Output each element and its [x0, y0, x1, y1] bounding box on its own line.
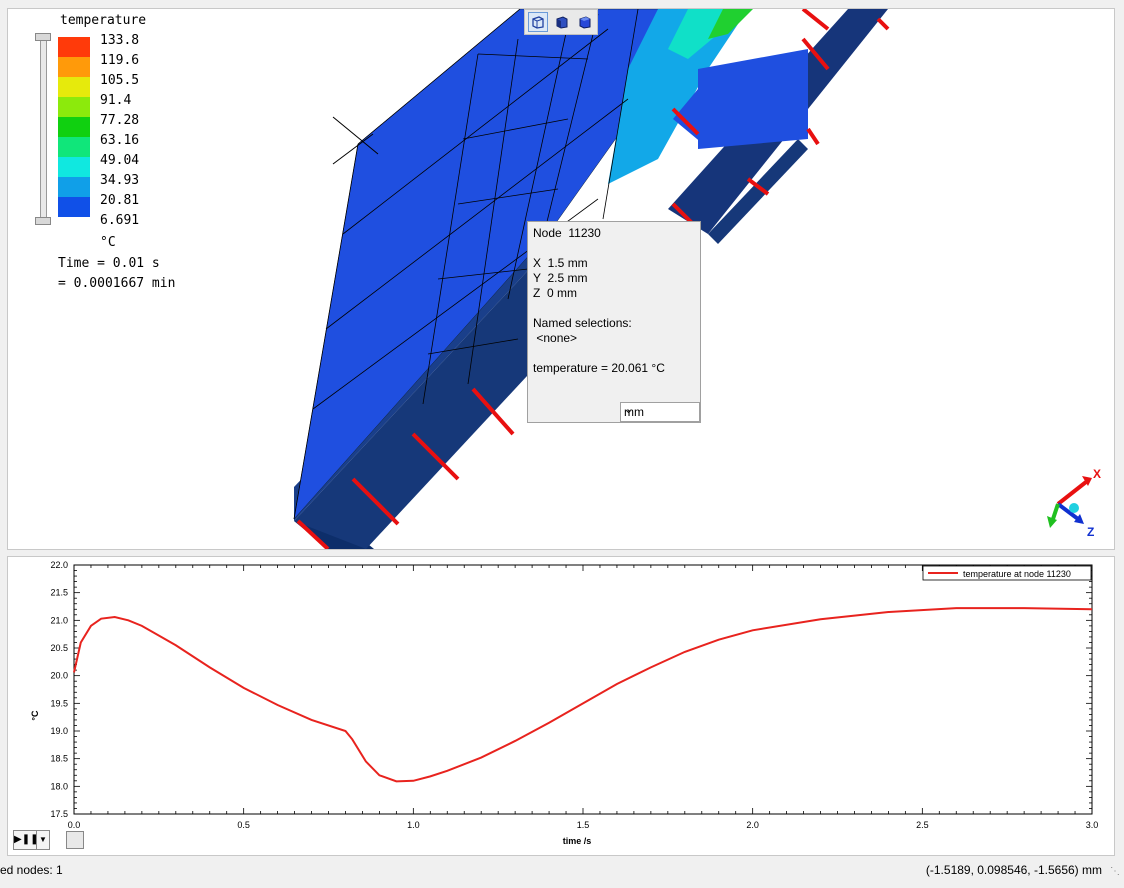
chevron-down-icon: ⌄	[624, 404, 634, 416]
x-tick-label: 1.5	[577, 820, 590, 830]
legend-value: 34.93	[100, 173, 140, 188]
legend-value: 49.04	[100, 153, 140, 168]
legend-value: 20.81	[100, 193, 140, 208]
x-tick-label: 2.5	[916, 820, 929, 830]
selected-nodes-status: ed nodes: 1	[0, 863, 63, 877]
time-seconds: Time = 0.01 s	[58, 256, 160, 271]
y-tick-label: 18.5	[50, 754, 68, 764]
x-tick-label: 3.0	[1086, 820, 1099, 830]
unit-select[interactable]: mm ⌄	[620, 402, 700, 422]
y-axis-label: °C	[30, 710, 40, 721]
time-minutes: = 0.0001667 min	[58, 276, 176, 291]
x-axis-label: time /s	[563, 836, 592, 846]
y-tick-label: 21.0	[50, 615, 68, 625]
x-axis-label: X	[1093, 467, 1101, 481]
chart-legend-label: temperature at node 11230	[963, 569, 1071, 579]
play-pause-button[interactable]: ▶❚❚	[13, 830, 38, 850]
named-selections-value: <none>	[533, 331, 578, 345]
iso-view-icon[interactable]	[527, 12, 548, 32]
x-tick-label: 1.0	[407, 820, 420, 830]
probe-info-popup: Node 11230 X 1.5 mm Y 2.5 mm Z 0 mm Name…	[527, 221, 701, 423]
legend-swatch	[58, 37, 90, 57]
legend-value: 6.691	[100, 213, 140, 228]
probe-z: Z 0 mm	[533, 286, 577, 300]
legend-unit: °C	[100, 235, 116, 250]
recess-face	[698, 49, 808, 149]
y-tick-label: 22.0	[50, 560, 68, 570]
axis-triad: X Z	[1038, 464, 1108, 544]
probe-y: Y 2.5 mm	[533, 271, 588, 285]
y-tick-label: 21.5	[50, 588, 68, 598]
legend-value: 63.16	[100, 133, 140, 148]
legend-swatch	[58, 77, 90, 97]
y-tick-label: 19.0	[50, 726, 68, 736]
x-tick-label: 0.5	[237, 820, 250, 830]
legend-swatch	[58, 157, 90, 177]
x-tick-label: 2.0	[746, 820, 759, 830]
status-bar: ed nodes: 1 (-1.5189, 0.098546, -1.5656)…	[0, 860, 1124, 882]
legend-value: 77.28	[100, 113, 140, 128]
chevron-down-icon[interactable]: ▼	[36, 830, 50, 850]
y-tick-label: 19.5	[50, 698, 68, 708]
slider-handle-bottom[interactable]	[35, 217, 51, 225]
slider-handle-top[interactable]	[35, 33, 51, 41]
legend-swatch	[58, 197, 90, 217]
y-tick-label: 20.0	[50, 671, 68, 681]
legend-value: 105.5	[100, 73, 140, 88]
plot-option-button[interactable]	[66, 831, 84, 849]
legend-value: 91.4	[100, 93, 132, 108]
legend-values: 133.8 119.6 105.5 91.4 77.28 63.16 49.04 34.93 2…	[100, 31, 139, 231]
legend-title: temperature	[60, 13, 147, 28]
x-axis-arrow	[1056, 480, 1088, 506]
view-toolbar	[524, 9, 598, 35]
resize-grip-icon[interactable]: ⋱	[1110, 866, 1120, 877]
legend-value: 119.6	[100, 53, 140, 68]
temperature-plot-panel: 0.0 0.5 1.0 1.5 2.0 2.5 3.0 17.5 18.0 18.5 19.0 19.…	[7, 556, 1115, 856]
temperature-chart[interactable]: 0.0 0.5 1.0 1.5 2.0 2.5 3.0 17.5 18.0 18.5 19.0 19.…	[8, 557, 1114, 855]
x-tick-label: 0.0	[68, 820, 81, 830]
graphics-viewport[interactable]: temperature 133.8 119.6 105.5 91.4 77.28 63.1…	[7, 8, 1115, 550]
probe-x: X 1.5 mm	[533, 256, 588, 270]
y-tick-label: 17.5	[50, 809, 68, 819]
legend-colorbar	[58, 37, 90, 217]
shaded-view-icon[interactable]	[576, 13, 594, 31]
y-tick-label: 18.0	[50, 781, 68, 791]
front-view-icon[interactable]	[553, 13, 571, 31]
z-axis-label: Z	[1087, 525, 1094, 539]
y-tick-label: 20.5	[50, 643, 68, 653]
probe-temperature: temperature = 20.061 °C	[533, 361, 665, 375]
cursor-coordinates: (-1.5189, 0.098546, -1.5656) mm	[925, 863, 1102, 877]
legend-range-slider[interactable]	[40, 37, 47, 223]
legend-swatch	[58, 137, 90, 157]
legend-value: 133.8	[100, 33, 140, 48]
legend-swatch	[58, 117, 90, 137]
legend-swatch	[58, 57, 90, 77]
named-selections-label: Named selections:	[533, 316, 632, 330]
plot-area	[73, 564, 1093, 815]
probe-node-id: Node 11230	[533, 226, 601, 240]
legend-swatch	[58, 177, 90, 197]
legend-swatch	[58, 97, 90, 117]
